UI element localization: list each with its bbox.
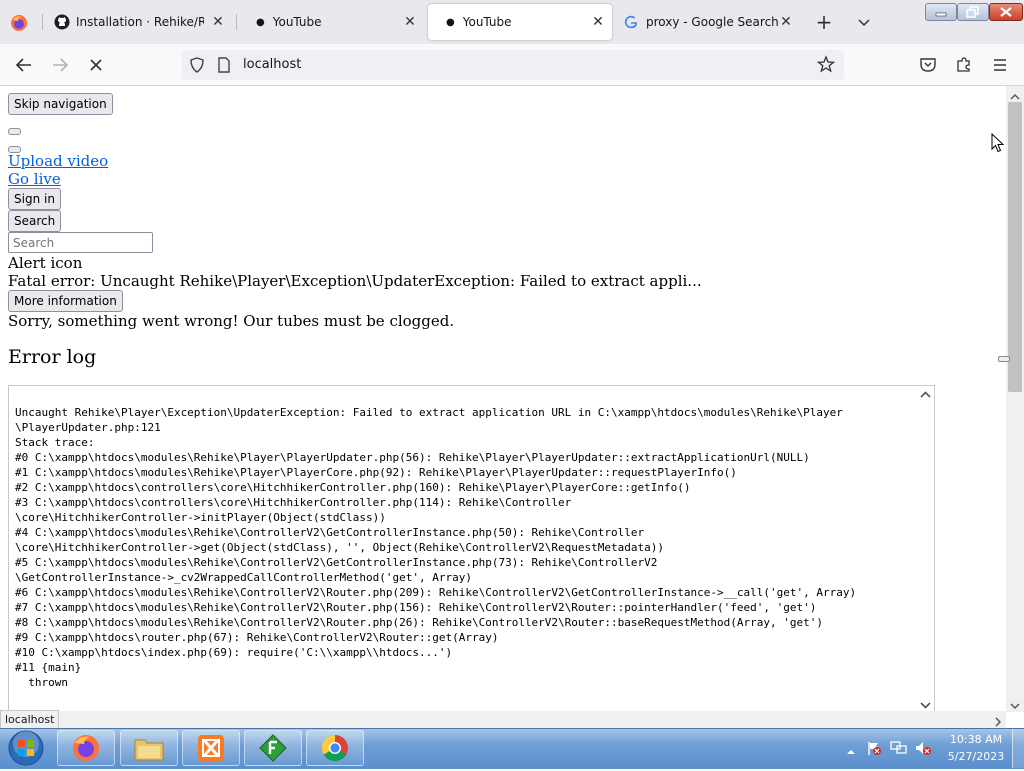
more-information-button[interactable]: More information (8, 290, 123, 312)
clock-time[interactable]: 10:38 AM (946, 733, 1006, 746)
error-log-scrollbar[interactable] (917, 386, 934, 712)
filezilla-icon (258, 733, 288, 763)
tab-separator (236, 14, 237, 30)
stop-loading-icon[interactable] (86, 55, 106, 75)
xampp-icon (196, 733, 226, 763)
status-bar-url: localhost (0, 710, 60, 730)
hamburger-menu-icon[interactable] (991, 56, 1009, 74)
close-tab-icon[interactable]: ✕ (590, 14, 606, 30)
start-orb[interactable] (6, 729, 46, 767)
back-arrow-icon[interactable] (14, 55, 34, 75)
restore-window-button[interactable] (957, 3, 989, 21)
upload-video-link[interactable]: Upload video (8, 152, 108, 170)
error-log-textarea[interactable]: Uncaught Rehike\Player\Exception\Updater… (8, 385, 935, 712)
firefox-icon (71, 733, 101, 763)
error-log-heading: Error log (8, 346, 97, 368)
google-icon (624, 15, 638, 29)
dot-icon: ● (446, 16, 455, 28)
action-center-flag-icon[interactable] (866, 740, 882, 756)
url-text[interactable]: localhost (243, 57, 301, 72)
guide-toggle-button[interactable] (8, 128, 21, 135)
network-icon[interactable] (890, 740, 908, 756)
close-window-button[interactable] (989, 3, 1023, 21)
taskbar-chrome[interactable] (306, 730, 364, 766)
github-icon (54, 14, 70, 30)
tab-title: YouTube (272, 15, 322, 29)
tracking-protection-shield-icon[interactable] (188, 56, 206, 74)
show-hidden-icons-arrow[interactable] (846, 742, 856, 754)
volume-muted-icon[interactable] (914, 740, 932, 756)
taskbar-filezilla[interactable] (244, 730, 302, 766)
tab-google-search[interactable]: proxy - Google Search ✕ (616, 4, 800, 40)
scroll-marker (998, 356, 1010, 362)
chrome-icon (320, 733, 350, 763)
tab-youtube-active[interactable]: ● YouTube ✕ (428, 4, 612, 40)
search-input[interactable] (8, 232, 153, 253)
alert-icon: Alert icon (8, 254, 83, 272)
taskbar-xampp[interactable] (182, 730, 240, 766)
show-desktop-button[interactable] (1012, 729, 1024, 768)
close-tab-icon[interactable]: ✕ (210, 14, 226, 30)
file-explorer-icon (133, 734, 165, 762)
page-info-icon[interactable] (216, 56, 232, 74)
error-log-text: Uncaught Rehike\Player\Exception\Updater… (15, 406, 857, 689)
mouse-cursor-icon (991, 132, 1005, 153)
page-horizontal-scrollbar[interactable] (0, 711, 1006, 728)
minimize-window-button[interactable] (925, 3, 957, 21)
skip-navigation-button[interactable]: Skip navigation (8, 93, 113, 115)
forward-arrow-icon[interactable] (50, 55, 70, 75)
pocket-icon[interactable] (919, 56, 937, 74)
search-button[interactable]: Search (8, 210, 62, 232)
taskbar-file-explorer[interactable] (120, 730, 178, 766)
tab-github-installation[interactable]: Installation · Rehike/Rehike ✕ (46, 4, 232, 40)
bookmark-star-icon[interactable] (816, 55, 836, 73)
tab-title: proxy - Google Search (646, 15, 779, 29)
fatal-error-message: Fatal error: Uncaught Rehike\Player\Exce… (8, 272, 702, 290)
page-content: Skip navigation Upload video Go live Sig… (0, 86, 1006, 712)
go-live-link[interactable]: Go live (8, 170, 61, 188)
scroll-up-arrow-icon[interactable] (1008, 88, 1022, 100)
list-all-tabs-icon[interactable] (856, 14, 872, 30)
clock-date[interactable]: 5/27/2023 (946, 750, 1006, 763)
page-scroll-thumb[interactable] (1008, 102, 1022, 392)
tab-title: Installation · Rehike/Rehike (76, 15, 204, 29)
scroll-right-arrow-icon[interactable] (992, 713, 1004, 727)
firefox-menu-icon[interactable] (10, 14, 28, 32)
tab-separator (42, 14, 43, 30)
close-tab-icon[interactable]: ✕ (402, 14, 418, 30)
error-apology-message: Sorry, something went wrong! Our tubes m… (8, 312, 455, 330)
close-tab-icon[interactable]: ✕ (778, 14, 794, 30)
tab-youtube[interactable]: ● YouTube ✕ (240, 4, 424, 40)
scroll-down-arrow-icon[interactable] (1008, 697, 1022, 710)
dot-icon: ● (256, 16, 265, 28)
taskbar-firefox[interactable] (57, 730, 115, 766)
sign-in-button[interactable]: Sign in (8, 188, 61, 210)
tab-title: YouTube (462, 15, 512, 29)
extensions-puzzle-icon[interactable] (955, 55, 973, 73)
new-tab-icon[interactable]: + (814, 12, 834, 32)
